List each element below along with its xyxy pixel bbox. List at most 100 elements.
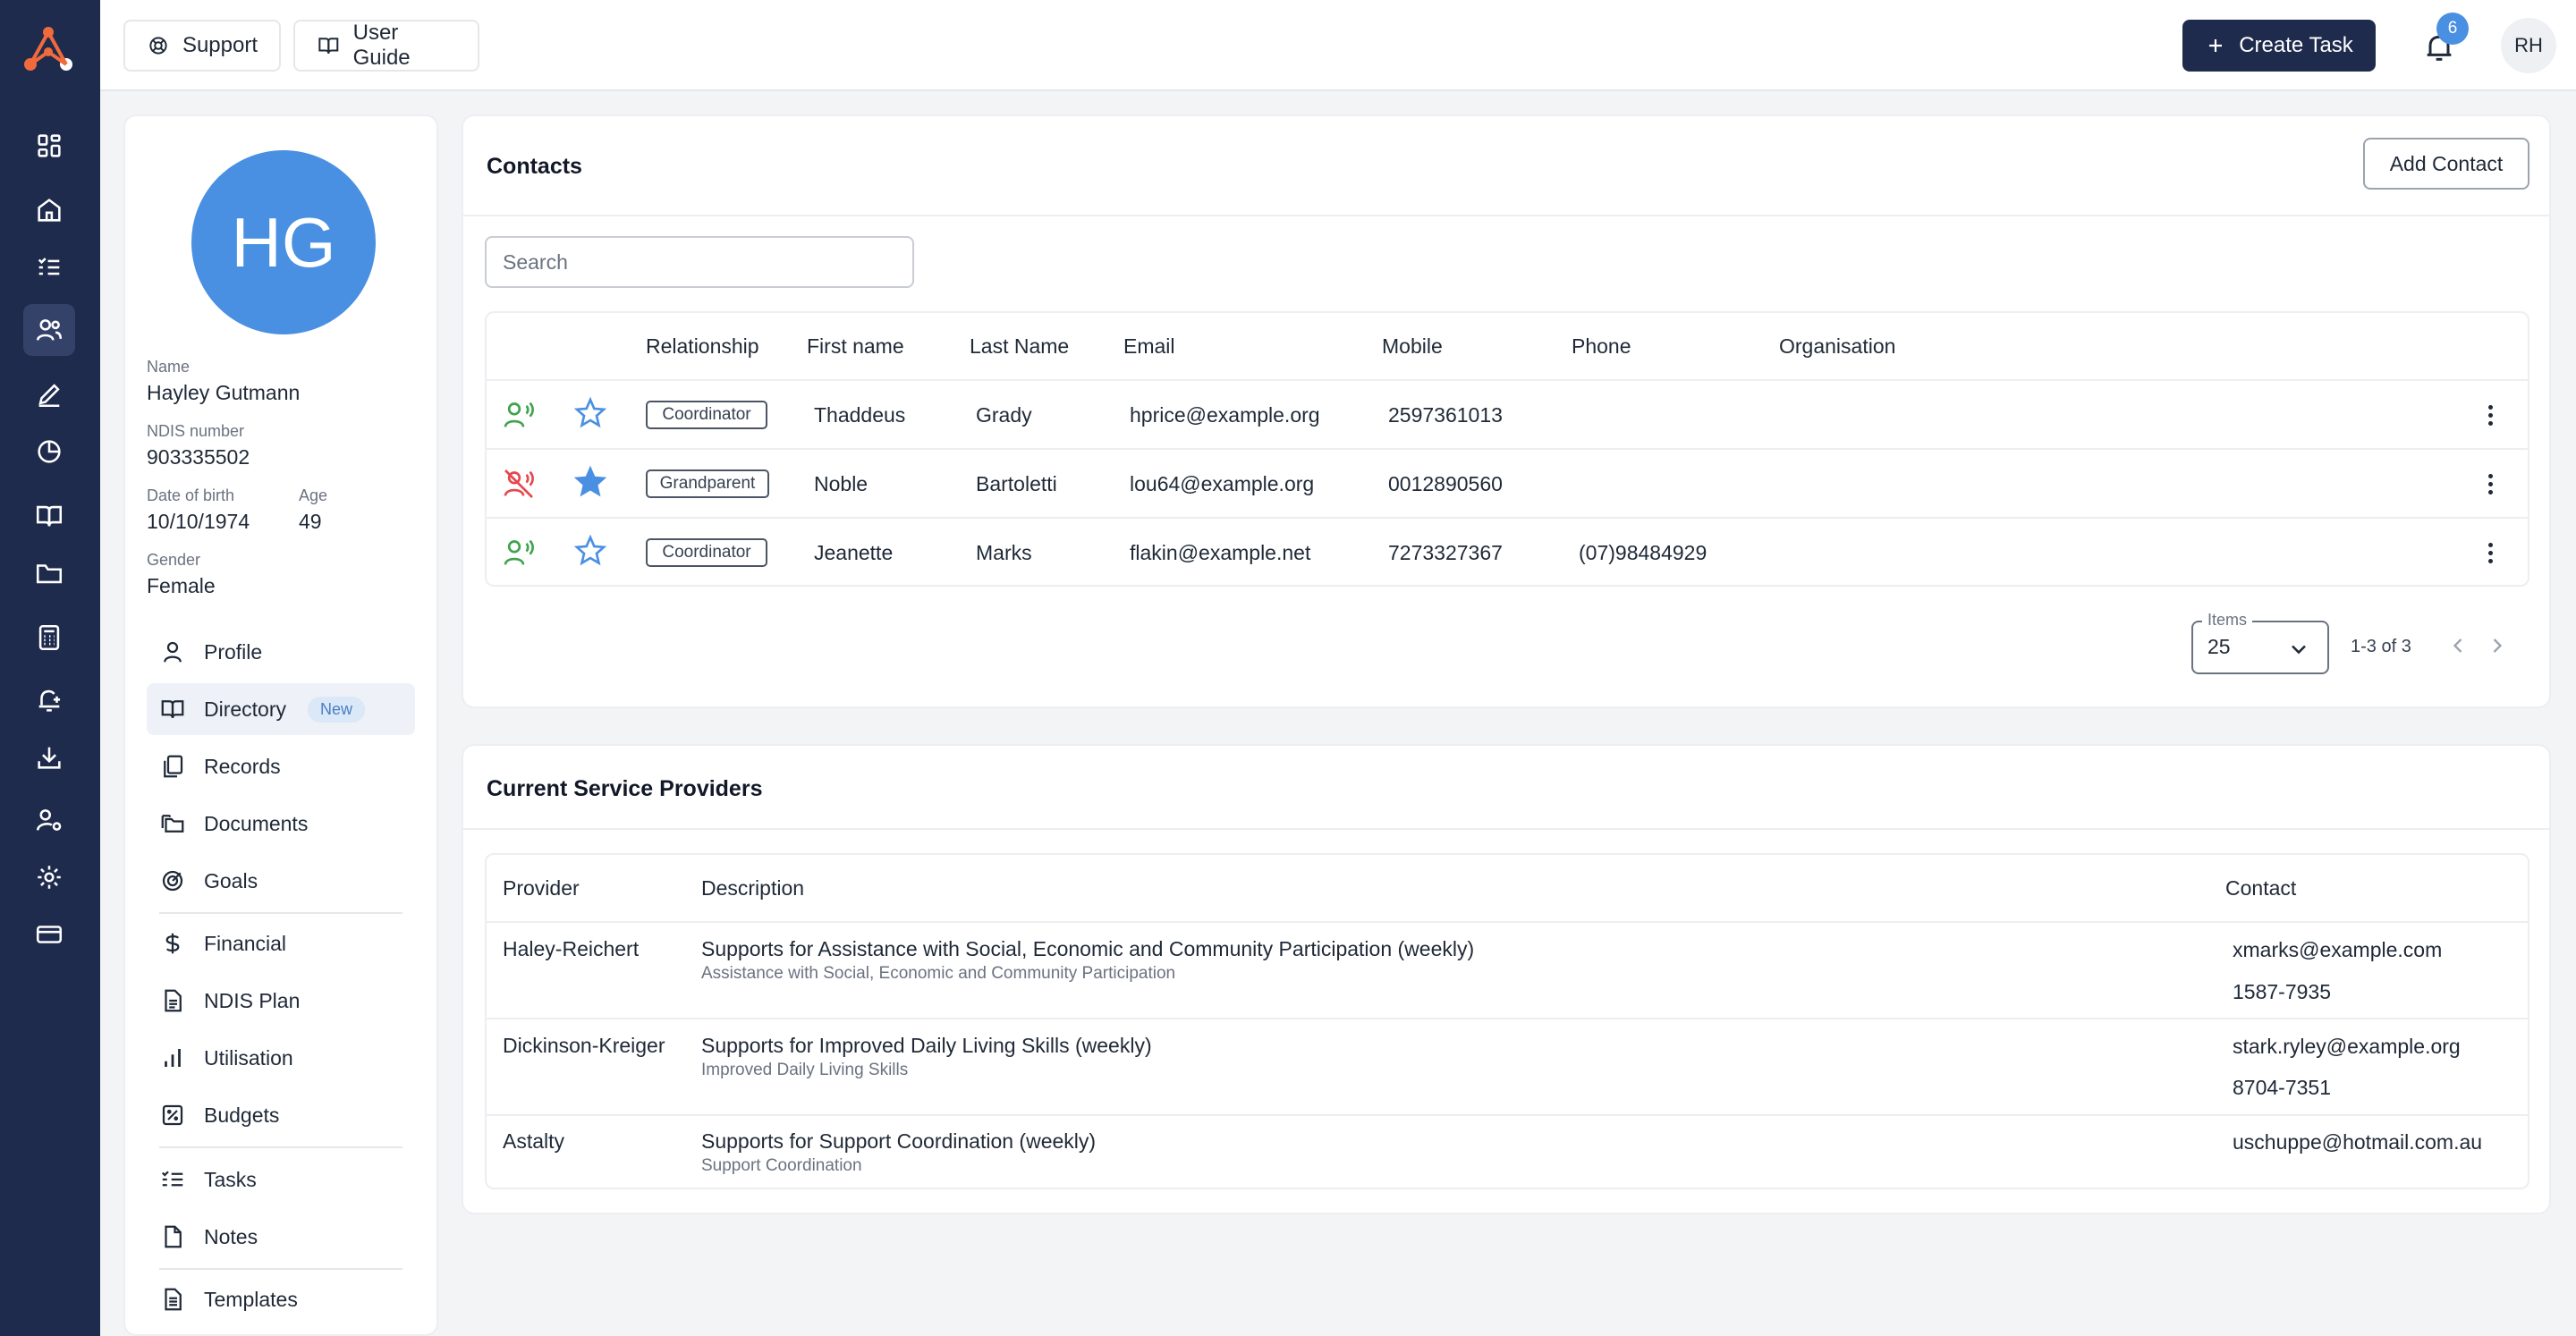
settings-gear-icon[interactable]	[23, 851, 75, 903]
percent-box-icon	[162, 1104, 183, 1126]
first-name: Jeanette	[814, 541, 894, 564]
provider-description: Supports for Assistance with Social, Eco…	[701, 937, 1475, 960]
menu-item-directory[interactable]: Directory New	[147, 683, 415, 735]
menu-item-notes[interactable]: Notes	[147, 1211, 415, 1263]
header-first-name[interactable]: First name	[807, 334, 904, 359]
home-icon[interactable]	[23, 184, 75, 236]
relationship-tag: Coordinator	[646, 401, 767, 429]
plus-icon	[2209, 39, 2223, 52]
menu-item-label: Templates	[204, 1287, 298, 1311]
dob-value: 10/10/1974	[147, 510, 250, 533]
menu-item-templates[interactable]: Templates	[147, 1273, 415, 1325]
support-button[interactable]: Support	[123, 20, 281, 72]
participants-icon[interactable]	[23, 304, 75, 356]
target-icon	[162, 870, 183, 892]
card-divider	[463, 828, 2549, 830]
notification-count-badge: 6	[2436, 13, 2469, 45]
task-list-icon[interactable]	[23, 241, 75, 293]
chevron-right-icon[interactable]	[2485, 633, 2510, 658]
header-relationship[interactable]: Relationship	[646, 334, 759, 359]
email: flakin@example.net	[1130, 541, 1311, 564]
age-label: Age	[299, 486, 328, 504]
header-provider: Provider	[503, 876, 580, 900]
provider-name: Haley-Reichert	[503, 937, 640, 960]
mobile: 7273327367	[1388, 541, 1503, 564]
create-task-button[interactable]: Create Task	[2182, 20, 2376, 72]
phone: (07)98484929	[1579, 541, 1707, 564]
provider-description: Supports for Improved Daily Living Skill…	[701, 1034, 1152, 1057]
menu-item-utilisation[interactable]: Utilisation	[147, 1032, 415, 1084]
folder-icon[interactable]	[23, 547, 75, 599]
contact-active-icon[interactable]	[501, 535, 537, 571]
relationship-tag: Coordinator	[646, 538, 767, 567]
menu-item-profile[interactable]: Profile	[147, 626, 415, 678]
header-last-name[interactable]: Last Name	[970, 334, 1069, 359]
support-label: Support	[182, 33, 258, 57]
provider-email: uschuppe@hotmail.com.au	[2233, 1130, 2483, 1154]
header-mobile[interactable]: Mobile	[1382, 334, 1443, 359]
provider-email: stark.ryley@example.org	[2233, 1035, 2461, 1058]
contact-inactive-icon[interactable]	[501, 466, 537, 502]
menu-item-records[interactable]: Records	[147, 740, 415, 792]
menu-item-goals[interactable]: Goals	[147, 855, 415, 907]
contact-active-icon[interactable]	[501, 397, 537, 433]
menu-item-label: Financial	[204, 931, 287, 955]
mobile: 0012890560	[1388, 472, 1503, 495]
star-outline-icon[interactable]	[572, 395, 608, 431]
credit-card-icon[interactable]	[23, 909, 75, 960]
menu-item-financial[interactable]: Financial	[147, 917, 415, 969]
ndis-number-label: NDIS number	[147, 422, 245, 440]
provider-phone: 8704-7351	[2233, 1076, 2331, 1099]
user-icon	[164, 641, 182, 663]
mobile: 2597361013	[1388, 403, 1503, 427]
first-name: Noble	[814, 472, 869, 495]
lifebuoy-icon	[149, 37, 167, 55]
user-avatar[interactable]: RH	[2501, 18, 2556, 73]
items-label: Items	[2202, 611, 2253, 630]
menu-item-tasks[interactable]: Tasks	[147, 1154, 415, 1205]
nav-rail	[0, 0, 100, 1336]
star-outline-icon[interactable]	[572, 533, 608, 569]
providers-title: Current Service Providers	[487, 776, 763, 801]
participant-profile-card: HG Name Hayley Gutmann NDIS number 90333…	[123, 114, 438, 1336]
provider-description-sub: Improved Daily Living Skills	[701, 1061, 909, 1079]
calculator-icon[interactable]	[23, 612, 75, 664]
provider-description-sub: Support Coordination	[701, 1156, 862, 1175]
menu-item-ndis-plan[interactable]: NDIS Plan	[147, 975, 415, 1027]
header-description: Description	[701, 876, 805, 900]
user-settings-icon[interactable]	[23, 794, 75, 846]
menu-item-budgets[interactable]: Budgets	[147, 1089, 415, 1141]
row-menu-icon[interactable]	[2481, 468, 2499, 500]
bell-plus-icon[interactable]	[23, 674, 75, 726]
last-name: Grady	[976, 403, 1032, 427]
add-contact-button[interactable]: Add Contact	[2363, 138, 2529, 190]
chevron-left-icon[interactable]	[2445, 633, 2470, 658]
pen-icon[interactable]	[23, 368, 75, 420]
user-guide-button[interactable]: User Guide	[293, 20, 479, 72]
header-phone[interactable]: Phone	[1572, 334, 1631, 359]
task-list-icon	[161, 1171, 183, 1187]
book-icon[interactable]	[23, 490, 75, 542]
items-per-page-value: 25	[2207, 635, 2231, 658]
star-filled-icon[interactable]	[572, 464, 608, 500]
pie-chart-icon[interactable]	[23, 426, 75, 478]
menu-item-label: Goals	[204, 868, 258, 892]
dashboard-icon[interactable]	[23, 120, 75, 172]
row-menu-icon[interactable]	[2481, 537, 2499, 569]
row-divider	[487, 448, 2528, 450]
menu-item-label: Records	[204, 754, 281, 778]
download-icon[interactable]	[23, 731, 75, 783]
user-guide-label: User Guide	[352, 21, 411, 70]
provider-email: xmarks@example.com	[2233, 938, 2443, 961]
contacts-search-input[interactable]: Search	[485, 236, 914, 288]
last-name: Bartoletti	[976, 472, 1057, 495]
row-menu-icon[interactable]	[2481, 399, 2499, 431]
participant-avatar: HG	[191, 150, 376, 334]
provider-description-sub: Assistance with Social, Economic and Com…	[701, 964, 1176, 983]
header-organisation[interactable]: Organisation	[1779, 334, 1895, 359]
last-name: Marks	[976, 541, 1032, 564]
app-logo-icon[interactable]	[21, 23, 75, 75]
header-email[interactable]: Email	[1123, 334, 1175, 359]
menu-item-label: NDIS Plan	[204, 988, 301, 1012]
menu-item-documents[interactable]: Documents	[147, 798, 415, 850]
